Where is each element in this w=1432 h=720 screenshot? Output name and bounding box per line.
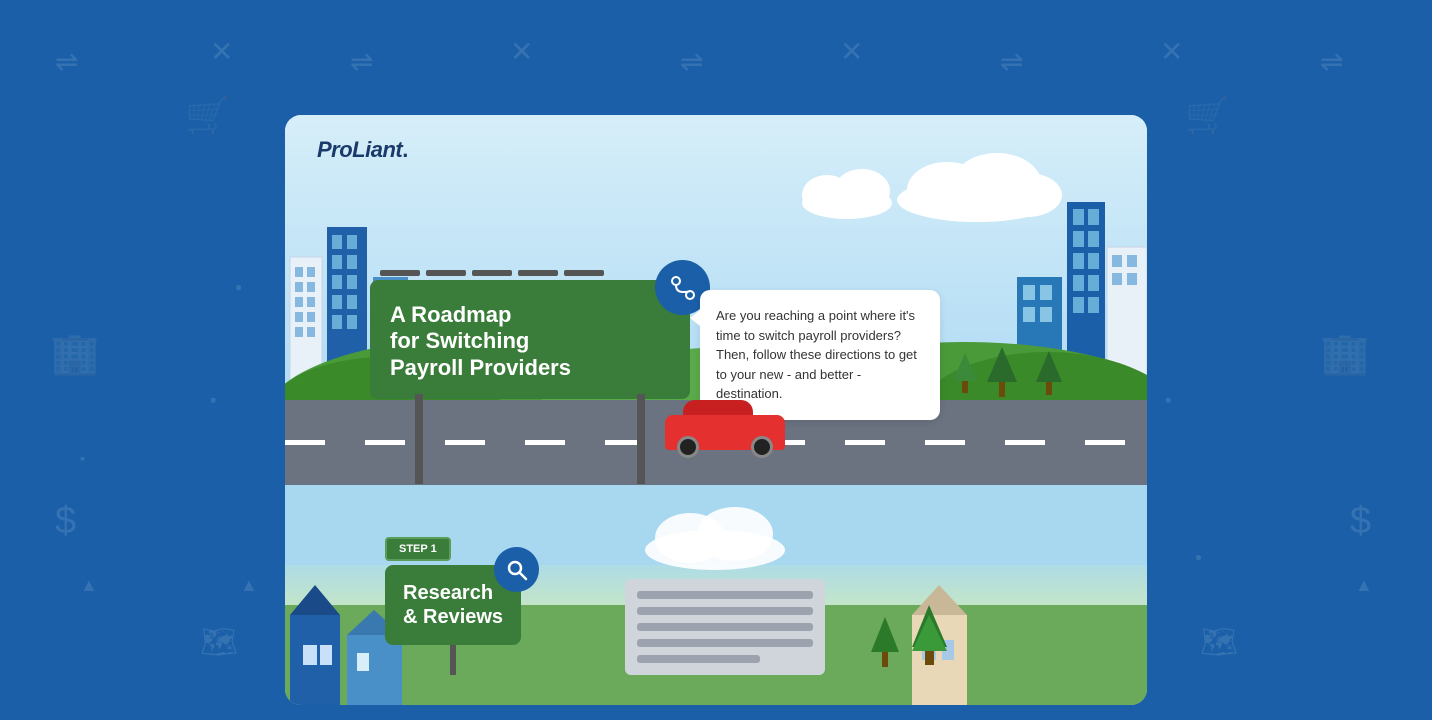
bg-triangle-1: ▲ (80, 575, 98, 596)
bg-triangle-2: ▲ (240, 575, 258, 596)
bg-cart-1: 🛒 (185, 95, 230, 137)
billboard-detail-4 (518, 270, 558, 276)
bg-building-2: 🏢 (1320, 330, 1370, 377)
step1-line2: & Reviews (403, 605, 503, 629)
bottom-cloud (635, 500, 795, 570)
text-line-3 (637, 623, 813, 631)
main-card: ProLiant. (285, 115, 1147, 705)
bg-icon-8: ✕ (1160, 35, 1183, 68)
bg-square-1: ▪ (210, 390, 216, 411)
step1-sign: Research & Reviews (385, 565, 521, 645)
car-wheel-right (751, 436, 773, 458)
logo-text: ProLiant (317, 137, 402, 162)
billboard-support (370, 270, 690, 276)
bg-dollar-2: $ (1350, 500, 1371, 543)
bg-triangle-3: ▲ (1355, 575, 1373, 596)
route-icon (669, 274, 697, 302)
text-line-4 (637, 639, 813, 647)
cloud-2 (797, 165, 897, 220)
billboard-post-left (415, 394, 423, 484)
tree-right-3 (1036, 351, 1062, 395)
car-wheel-left (677, 436, 699, 458)
red-car (665, 405, 785, 460)
billboard-detail-5 (564, 270, 604, 276)
step1-line1: Research (403, 581, 503, 605)
text-line-1 (637, 591, 813, 599)
step1-badge-text: STEP 1 (399, 543, 437, 555)
billboard-post-right (637, 394, 645, 484)
bg-icon-7: ⇌ (1000, 45, 1023, 78)
billboard-board: A Roadmap for Switching Payroll Provider… (370, 280, 690, 399)
billboard-container: A Roadmap for Switching Payroll Provider… (370, 270, 690, 399)
bg-icon-2: ✕ (210, 35, 233, 68)
billboard-line2: for Switching (390, 328, 529, 353)
bg-dot-1: ● (235, 280, 242, 294)
proliant-logo: ProLiant. (317, 137, 408, 163)
bg-square-3: ▪ (1165, 390, 1171, 411)
logo-dot: . (402, 137, 408, 162)
bg-icon-6: ✕ (840, 35, 863, 68)
bottom-section: STEP 1 Research & Reviews (285, 485, 1147, 705)
step-sign-post (450, 645, 456, 675)
bg-dollar-1: $ (55, 500, 76, 543)
billboard-line3: Payroll Providers (390, 355, 571, 380)
text-board (625, 579, 825, 675)
text-line-2 (637, 607, 813, 615)
step1-sign-container: STEP 1 Research & Reviews (385, 537, 521, 675)
billboard-detail-1 (380, 270, 420, 276)
bg-icon-5: ⇌ (680, 45, 703, 78)
bg-icon-4: ✕ (510, 35, 533, 68)
search-icon (506, 559, 528, 581)
tree-bottom-2 (871, 617, 899, 667)
tree-right-1 (987, 347, 1017, 397)
bg-square-2: ▪ (80, 450, 85, 466)
billboard-detail-3 (472, 270, 512, 276)
bg-building-1: 🏢 (50, 330, 100, 377)
search-icon-circle (494, 547, 539, 592)
bg-dot-2: ● (1195, 550, 1202, 564)
speech-bubble-text: Are you reaching a point where it's time… (716, 308, 917, 401)
billboard-title: A Roadmap for Switching Payroll Provider… (390, 302, 670, 381)
bg-map-1: 🗺 (200, 625, 238, 660)
tree-bottom-1 (912, 605, 947, 665)
billboard-line1: A Roadmap (390, 302, 511, 327)
billboard-detail-2 (426, 270, 466, 276)
bg-icon-3: ⇌ (350, 45, 373, 78)
text-line-5 (637, 655, 760, 663)
bg-map-2: 🗺 (1200, 625, 1238, 660)
tree-right-2 (953, 353, 977, 393)
top-section: ProLiant. (285, 115, 1147, 485)
step1-badge: STEP 1 (385, 537, 451, 561)
bg-cart-2: 🛒 (1185, 95, 1230, 137)
bg-icon-9: ⇌ (1320, 45, 1343, 78)
bg-icon-1: ⇌ (55, 45, 78, 78)
